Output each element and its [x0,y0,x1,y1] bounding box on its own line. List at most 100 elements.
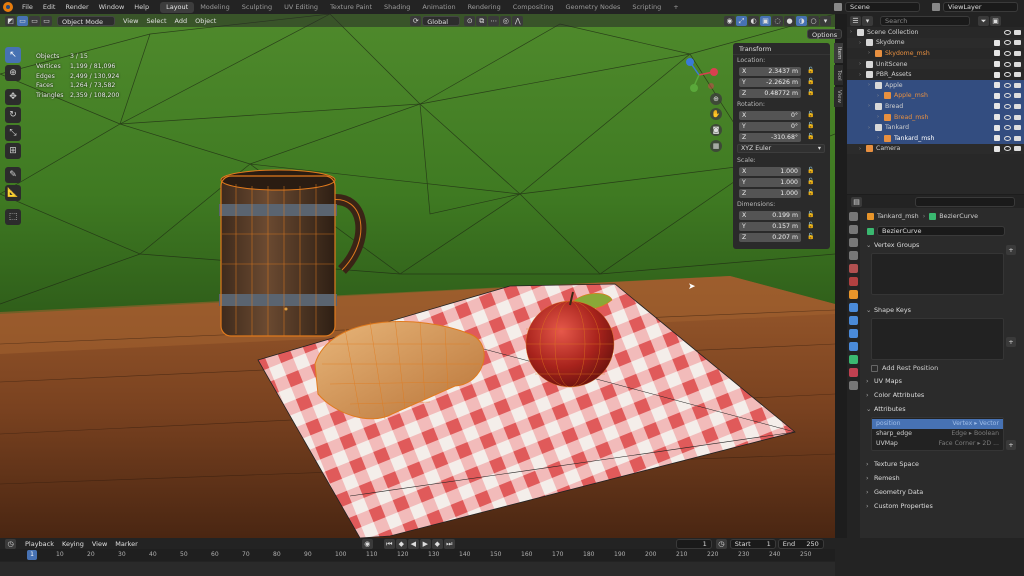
tab-layout[interactable]: Layout [160,1,195,13]
rotation-mode-select[interactable]: XYZ Euler ▾ [737,144,825,153]
lock-icon[interactable]: 🔓 [807,189,815,197]
start-value[interactable]: 1 [767,540,771,548]
end-frame-field[interactable]: End 250 [777,538,824,549]
location-x-field[interactable]: X 2.3437 m 🔓 [739,66,830,76]
include-checkbox[interactable] [994,135,1000,142]
orientation-selector[interactable]: Global [422,15,461,26]
constraints-tab-icon[interactable] [849,342,858,351]
transform-tool-icon[interactable]: ⊞ [5,143,21,159]
dimensions-z-field[interactable]: Z 0.207 m 🔓 [739,232,830,242]
expand-arrow-icon[interactable]: › [877,135,884,141]
select-mode-icon[interactable]: ▭ [17,15,28,26]
location-x-value[interactable]: 2.3437 m [768,67,798,76]
zoom-icon[interactable]: ⊕ [710,93,722,105]
add-workspace-button[interactable]: + [667,2,684,13]
properties-search-input[interactable] [915,196,1015,207]
tab-sculpting[interactable]: Sculpting [236,2,278,13]
editor-type-icon[interactable]: ◩ [5,15,16,26]
attribute-row[interactable]: position Vertex ▸ Vector [872,419,1003,429]
expand-arrow-icon[interactable]: › [859,40,866,46]
prev-keyframe-icon[interactable]: ◆ [395,538,407,549]
location-y-value[interactable]: -2.2626 m [766,78,798,87]
vertex-groups-list[interactable] [871,253,1004,295]
pan-hand-icon[interactable]: ✋ [710,108,722,120]
include-checkbox[interactable] [994,39,1000,46]
rotation-x-value[interactable]: 0° [791,111,798,120]
view-layer-tab-icon[interactable] [849,251,858,260]
lock-icon[interactable]: 🔓 [807,111,815,119]
dimensions-z-value[interactable]: 0.207 m [772,233,798,242]
material-tab-icon[interactable] [849,368,858,377]
select-extend-icon[interactable]: ▭ [29,15,40,26]
rotation-z-field[interactable]: Z -310.68° 🔓 [739,132,830,142]
rotation-z-value[interactable]: -310.68° [771,133,798,142]
render-camera-icon[interactable] [1014,135,1021,141]
camera-view-icon[interactable]: ◙ [710,124,722,136]
render-camera-icon[interactable] [1014,82,1021,88]
timeline-track[interactable] [0,562,835,576]
eye-icon[interactable] [1004,146,1011,152]
eye-icon[interactable] [1004,61,1011,67]
gizmo-toggle-icon[interactable]: ⤢ [736,15,747,26]
render-camera-icon[interactable] [1014,146,1021,152]
expand-arrow-icon[interactable]: › [868,82,875,88]
tab-texture-paint[interactable]: Texture Paint [324,2,378,13]
render-camera-icon[interactable] [1014,103,1021,109]
expand-arrow-icon[interactable]: › [859,72,866,78]
attribute-row[interactable]: sharp_edge Edge ▸ Boolean [872,429,1003,439]
section-remesh[interactable]: › Remesh [863,471,1024,485]
eye-icon[interactable] [1004,103,1011,109]
render-camera-icon[interactable] [1014,40,1021,46]
scene-tab-icon[interactable] [849,264,858,273]
location-y-field[interactable]: Y -2.2626 m 🔓 [739,77,830,87]
add-rest-position-row[interactable]: Add Rest Position [871,362,1024,374]
menu-view[interactable]: View [119,16,142,26]
outliner-row[interactable]: › Apple_msh [847,90,1024,102]
render-tab-icon[interactable] [849,225,858,234]
render-camera-icon[interactable] [1014,29,1021,35]
dimensions-y-field[interactable]: Y 0.157 m 🔓 [739,221,830,231]
outliner-row[interactable]: › UnitScene [847,58,1024,70]
rotation-x-field[interactable]: X 0° 🔓 [739,110,830,120]
attributes-list[interactable]: position Vertex ▸ Vector sharp_edge Edge ▸… [871,417,1004,451]
lock-icon[interactable]: 🔓 [807,89,815,97]
tab-geometry-nodes[interactable]: Geometry Nodes [560,2,627,13]
blender-logo-icon[interactable] [3,2,13,12]
location-z-value[interactable]: 0.48772 m [764,89,798,98]
expand-arrow-icon[interactable]: › [859,146,866,152]
world-tab-icon[interactable] [849,277,858,286]
transform-panel-title[interactable]: Transform [733,43,830,55]
start-frame-field[interactable]: Start 1 [729,538,776,549]
outliner-row[interactable]: › Skydome [847,37,1024,49]
menu-window[interactable]: Window [94,3,130,11]
menu-add[interactable]: Add [171,16,192,26]
clock-icon[interactable]: ◷ [715,538,727,549]
eye-icon[interactable] [1004,93,1011,99]
add-cube-tool-icon[interactable]: ⬚ [5,209,21,225]
outliner-row[interactable]: › Tankard_msh [847,132,1024,144]
jump-end-icon[interactable]: ⏭ [443,538,455,549]
include-checkbox[interactable] [994,82,1000,89]
section-color-attributes[interactable]: › Color Attributes [863,388,1024,402]
outliner-row[interactable]: › Bread_msh [847,111,1024,123]
include-checkbox[interactable] [994,103,1000,110]
section-geometry-data[interactable]: › Geometry Data [863,485,1024,499]
render-camera-icon[interactable] [1014,72,1021,78]
outliner-row[interactable]: › Scene Collection [847,27,1024,38]
dimensions-x-value[interactable]: 0.199 m [772,211,798,220]
menu-help[interactable]: Help [129,3,154,11]
tab-view[interactable]: View [834,87,843,107]
section-vertex-groups[interactable]: ⌄ Vertex Groups [863,238,1024,252]
render-camera-icon[interactable] [1014,114,1021,120]
view-layer-selector[interactable]: ViewLayer [943,2,1018,12]
output-tab-icon[interactable] [849,238,858,247]
expand-arrow-icon[interactable]: › [868,103,875,109]
scale-y-value[interactable]: 1.000 [780,178,798,187]
scale-z-value[interactable]: 1.000 [780,189,798,198]
lock-icon[interactable]: 🔓 [807,167,815,175]
display-mode-icon[interactable]: ▾ [862,15,873,26]
lock-icon[interactable]: 🔓 [807,133,815,141]
outliner-editor-icon[interactable]: ☰ [850,15,861,26]
menu-edit[interactable]: Edit [38,3,61,11]
add-shape-key-icon[interactable]: + [1006,337,1016,347]
